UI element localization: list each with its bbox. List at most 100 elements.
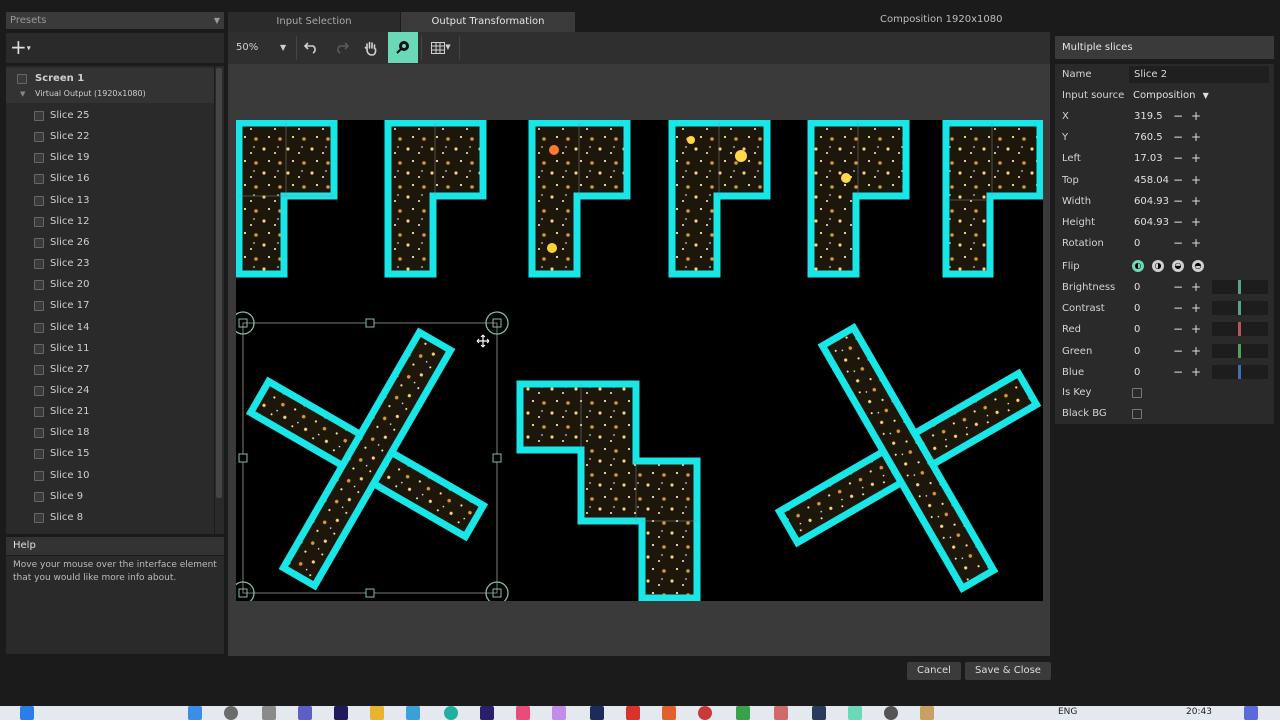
app-icon[interactable] <box>698 706 712 720</box>
input-source-dropdown[interactable]: Composition ▼ <box>1133 85 1209 106</box>
flip-none-icon[interactable]: ◐ <box>1132 260 1144 272</box>
left-increment-button[interactable]: + <box>1191 148 1201 169</box>
slice-checkbox[interactable] <box>34 449 44 460</box>
slice-checkbox[interactable] <box>34 153 44 164</box>
tree-item-slice[interactable]: Slice 20 <box>6 274 214 295</box>
add-slice-button[interactable]: +▾ <box>10 36 40 60</box>
tree-item-virtual-output[interactable]: ▼ Virtual Output (1920x1080) <box>6 85 214 103</box>
cancel-button[interactable]: Cancel <box>907 662 961 680</box>
width-decrement-button[interactable]: − <box>1173 191 1183 212</box>
scrollbar-thumb[interactable] <box>216 68 222 498</box>
tree-item-slice[interactable]: Slice 26 <box>6 232 214 253</box>
language-indicator[interactable]: ENG <box>1058 707 1077 717</box>
tree-item-slice[interactable]: Slice 13 <box>6 190 214 211</box>
tab-output-transformation[interactable]: Output Transformation <box>401 12 575 32</box>
rotation-value[interactable]: 0 <box>1134 233 1140 254</box>
black-bg-checkbox[interactable] <box>1132 409 1142 419</box>
resize-handle-bottom[interactable] <box>365 588 375 598</box>
slice-checkbox[interactable] <box>34 132 44 143</box>
photoshop-icon[interactable] <box>590 706 604 720</box>
slice-checkbox[interactable] <box>34 237 44 248</box>
left-value[interactable]: 17.03 <box>1134 148 1163 169</box>
app-icon[interactable] <box>920 706 934 720</box>
slice-checkbox[interactable] <box>34 364 44 375</box>
slice-checkbox[interactable] <box>34 407 44 418</box>
presets-dropdown[interactable]: Presets ▼ <box>6 12 224 29</box>
height-decrement-button[interactable]: − <box>1173 212 1183 233</box>
resize-handle-right[interactable] <box>492 453 502 463</box>
resolume-icon[interactable] <box>848 706 862 720</box>
tree-item-slice[interactable]: Slice 9 <box>6 486 214 507</box>
blue-decrement-button[interactable]: − <box>1173 362 1183 383</box>
zoom-dropdown[interactable]: 50% ▼ <box>236 32 292 63</box>
slice-checkbox[interactable] <box>34 385 44 396</box>
hand-tool-button[interactable] <box>358 32 384 63</box>
rotate-handle-bottom-left[interactable] <box>236 581 255 601</box>
x-value[interactable]: 319.5 <box>1134 106 1163 127</box>
tree-item-slice[interactable]: Slice 10 <box>6 465 214 486</box>
rotation-increment-button[interactable]: + <box>1191 233 1201 254</box>
slice-l-shape-1[interactable] <box>236 120 338 278</box>
contrast-value[interactable]: 0 <box>1134 298 1140 319</box>
tree-item-slice[interactable]: Slice 16 <box>6 168 214 189</box>
top-decrement-button[interactable]: − <box>1173 170 1183 191</box>
green-decrement-button[interactable]: − <box>1173 341 1183 362</box>
led-app-icon[interactable] <box>626 706 640 720</box>
tree-item-slice[interactable]: Slice 27 <box>6 359 214 380</box>
tree-item-slice[interactable]: Slice 8 <box>6 507 214 528</box>
top-value[interactable]: 458.04 <box>1134 170 1169 191</box>
y-value[interactable]: 760.5 <box>1134 127 1163 148</box>
tree-item-slice[interactable]: Slice 12 <box>6 211 214 232</box>
file-explorer-icon[interactable] <box>370 706 384 720</box>
grid-dropdown-button[interactable]: ▼ <box>426 32 456 63</box>
start-icon[interactable] <box>20 706 34 720</box>
slice-checkbox[interactable] <box>34 280 44 291</box>
x-decrement-button[interactable]: − <box>1173 106 1183 127</box>
store-icon[interactable] <box>406 706 420 720</box>
x-increment-button[interactable]: + <box>1191 106 1201 127</box>
slice-checkbox[interactable] <box>34 470 44 481</box>
tree-item-slice[interactable]: Slice 17 <box>6 295 214 316</box>
app-icon[interactable] <box>516 706 530 720</box>
slice-checkbox[interactable] <box>34 491 44 502</box>
resize-handle-left[interactable] <box>238 453 248 463</box>
y-decrement-button[interactable]: − <box>1173 127 1183 148</box>
slider-thumb[interactable] <box>1238 343 1241 358</box>
tree-item-slice[interactable]: Slice 18 <box>6 422 214 443</box>
slice-l-shape-3[interactable] <box>528 120 631 278</box>
app-icon[interactable] <box>552 706 566 720</box>
blue-value[interactable]: 0 <box>1134 362 1140 383</box>
led-app-icon[interactable] <box>736 706 750 720</box>
screen-checkbox[interactable] <box>17 74 27 84</box>
red-slider[interactable] <box>1212 322 1268 337</box>
media-encoder-icon[interactable] <box>480 706 494 720</box>
app-icon[interactable] <box>884 706 898 720</box>
slice-checkbox[interactable] <box>34 512 44 523</box>
tree-item-slice[interactable]: Slice 15 <box>6 443 214 464</box>
slider-thumb[interactable] <box>1238 280 1241 294</box>
slice-checkbox[interactable] <box>34 259 44 270</box>
red-decrement-button[interactable]: − <box>1173 319 1183 340</box>
tree-item-slice[interactable]: Slice 22 <box>6 126 214 147</box>
resize-handle-top[interactable] <box>365 318 375 328</box>
map-tool-button[interactable] <box>388 32 418 63</box>
slider-thumb[interactable] <box>1238 322 1241 337</box>
blue-slider[interactable] <box>1212 364 1268 379</box>
slice-l-shape-4[interactable] <box>668 120 771 278</box>
tree-item-slice[interactable]: Slice 11 <box>6 338 214 359</box>
app-icon[interactable] <box>1244 706 1258 720</box>
is-key-checkbox[interactable] <box>1132 388 1142 398</box>
clock[interactable]: 20:43 <box>1186 707 1212 717</box>
brightness-value[interactable]: 0 <box>1134 277 1140 298</box>
after-effects-icon[interactable] <box>334 706 348 720</box>
slice-l-shape-2[interactable] <box>384 120 487 278</box>
slice-l-shape-6[interactable] <box>942 120 1043 278</box>
slice-checkbox[interactable] <box>34 111 44 121</box>
tree-item-slice[interactable]: Slice 19 <box>6 147 214 168</box>
slice-x-shape-right[interactable] <box>774 322 1042 594</box>
brightness-decrement-button[interactable]: − <box>1173 277 1183 298</box>
flip-both-icon[interactable]: ◓ <box>1192 260 1204 272</box>
slider-thumb[interactable] <box>1238 301 1241 316</box>
undo-button[interactable] <box>298 32 324 63</box>
search-icon[interactable] <box>224 706 238 720</box>
